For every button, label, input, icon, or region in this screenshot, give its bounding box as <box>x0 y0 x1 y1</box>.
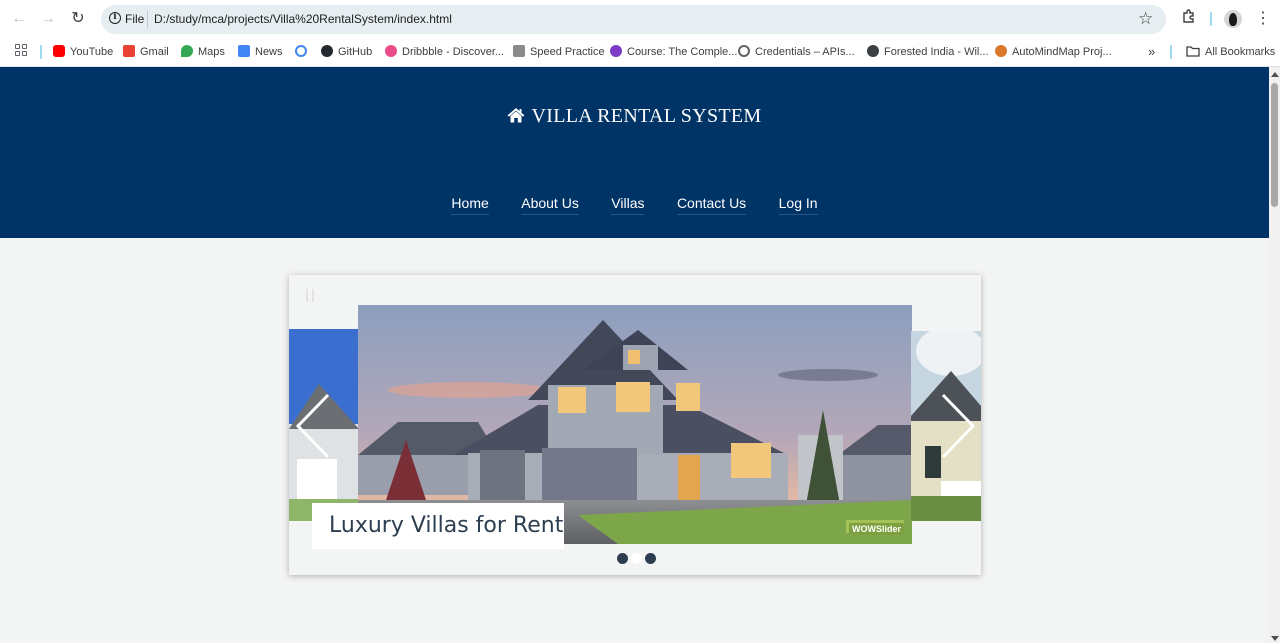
extensions-icon[interactable] <box>1180 9 1198 29</box>
bookmarks-divider <box>40 45 42 59</box>
scheme-label: File <box>125 12 145 26</box>
back-icon[interactable]: ← <box>9 9 29 29</box>
bookmark-gmail[interactable]: Gmail <box>123 44 169 60</box>
credentials-icon <box>738 45 750 57</box>
globe-icon <box>867 45 879 57</box>
scroll-up-arrow-icon[interactable] <box>1271 72 1279 77</box>
google-icon <box>295 45 307 57</box>
bookmark-news[interactable]: News <box>238 44 283 60</box>
address-bar[interactable]: i File D:/study/mca/projects/Villa%20Ren… <box>101 5 1166 34</box>
news-icon <box>238 45 250 57</box>
omnibox-divider <box>147 11 148 28</box>
menu-kebab-icon[interactable]: ⋮ <box>1255 9 1271 29</box>
more-bookmarks-icon[interactable]: » <box>1148 44 1155 60</box>
bookmark-youtube[interactable]: YouTube <box>53 44 113 60</box>
nav-home[interactable]: Home <box>451 194 489 215</box>
bookmarks-bar: YouTube Gmail Maps News GitHub Dribbble … <box>0 38 1280 67</box>
all-bookmarks[interactable]: All Bookmarks <box>1186 44 1275 60</box>
slide-dot-3[interactable] <box>645 553 656 564</box>
site-brand[interactable]: VILLA RENTAL SYSTEM <box>0 105 1269 128</box>
bookmark-course[interactable]: Course: The Comple... <box>610 44 737 60</box>
scrollbar-thumb[interactable] <box>1271 83 1278 207</box>
main-nav: Home About Us Villas Contact Us Log In <box>0 194 1269 218</box>
profile-avatar[interactable] <box>1224 10 1242 28</box>
slide-dot-2[interactable] <box>631 553 642 564</box>
reload-icon[interactable]: ↻ <box>68 9 88 29</box>
site-title: VILLA RENTAL SYSTEM <box>531 105 762 127</box>
apps-grid-icon[interactable] <box>15 44 29 58</box>
page-scrollbar[interactable] <box>1269 67 1280 643</box>
github-icon <box>321 45 333 57</box>
bookmark-google[interactable] <box>295 44 307 60</box>
toolbar-divider <box>1210 12 1212 26</box>
image-slider: WOWSlider Luxury Villas for Rent <box>289 275 981 575</box>
browser-toolbar: ← → ↻ i File D:/study/mca/projects/Villa… <box>0 0 1280 38</box>
bookmark-star-icon[interactable]: ☆ <box>1138 9 1153 29</box>
pause-icon[interactable] <box>306 289 314 302</box>
bookmark-dribbble[interactable]: Dribbble - Discover... <box>385 44 504 60</box>
slide-dot-1[interactable] <box>617 553 628 564</box>
youtube-icon <box>53 45 65 57</box>
bookmark-credentials[interactable]: Credentials – APIs... <box>738 44 855 60</box>
url-text[interactable]: D:/study/mca/projects/Villa%20RentalSyst… <box>154 12 452 26</box>
gmail-icon <box>123 45 135 57</box>
course-icon <box>610 45 622 57</box>
nav-contact-us[interactable]: Contact Us <box>676 194 747 215</box>
home-icon <box>507 108 525 123</box>
site-header: VILLA RENTAL SYSTEM Home About Us Villas… <box>0 67 1269 238</box>
maps-icon <box>181 45 193 57</box>
bookmarks-divider-right <box>1170 45 1172 59</box>
bookmark-forested-india[interactable]: Forested India - Wil... <box>867 44 989 60</box>
slide-caption: Luxury Villas for Rent <box>312 503 564 549</box>
previous-arrow-icon[interactable] <box>294 393 334 459</box>
nav-log-in[interactable]: Log In <box>778 194 818 215</box>
nav-villas[interactable]: Villas <box>611 194 645 215</box>
dribbble-icon <box>385 45 397 57</box>
info-icon[interactable]: i <box>109 12 121 24</box>
automindmap-icon <box>995 45 1007 57</box>
bookmark-maps[interactable]: Maps <box>181 44 225 60</box>
nav-about-us[interactable]: About Us <box>521 194 579 215</box>
speed-practice-icon <box>513 45 525 57</box>
bookmark-speed-practice[interactable]: Speed Practice <box>513 44 605 60</box>
bookmark-github[interactable]: GitHub <box>321 44 372 60</box>
next-arrow-icon[interactable] <box>937 393 977 459</box>
wowslider-watermark: WOWSlider <box>849 523 904 535</box>
web-page: VILLA RENTAL SYSTEM Home About Us Villas… <box>0 67 1269 643</box>
bookmark-automindmap[interactable]: AutoMindMap Proj... <box>995 44 1112 60</box>
scroll-down-arrow-icon[interactable] <box>1271 636 1279 641</box>
folder-icon <box>1186 46 1200 57</box>
forward-icon[interactable]: → <box>38 9 58 29</box>
